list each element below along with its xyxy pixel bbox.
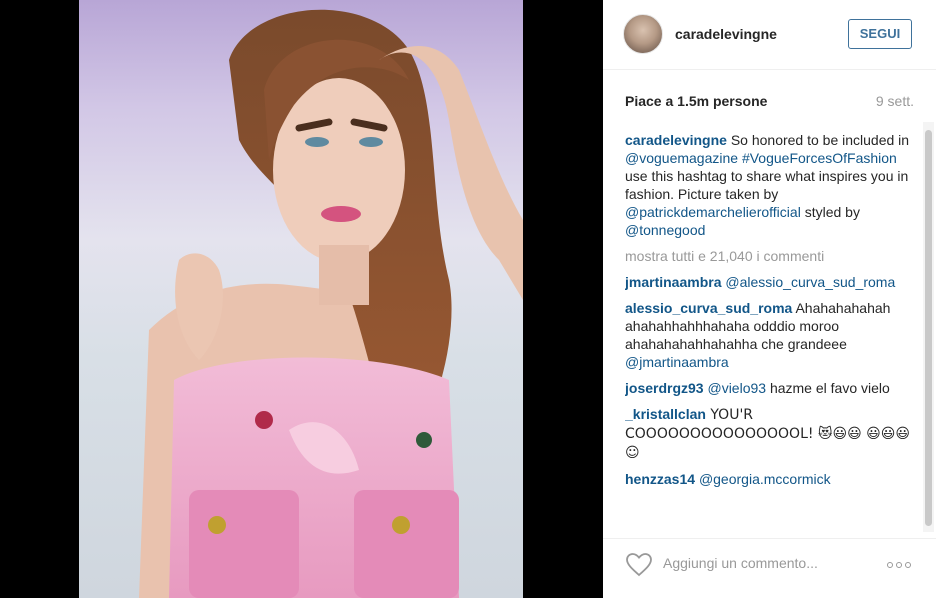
dot-icon bbox=[887, 562, 893, 568]
comment-item: joserdrgz93 @vielo93 hazme el favo vielo bbox=[625, 379, 920, 397]
caption-text: use this hashtag to share what inspires … bbox=[625, 168, 909, 202]
comment-username[interactable]: jmartinaambra bbox=[625, 274, 721, 290]
comment-username[interactable]: joserdrgz93 bbox=[625, 380, 704, 396]
comment-item: henzzas14 @georgia.mccormick bbox=[625, 470, 920, 488]
hashtag-link[interactable]: #VogueForcesOfFashion bbox=[742, 150, 897, 166]
post-footer bbox=[603, 538, 936, 598]
post-header: caradelevingne SEGUI bbox=[603, 0, 936, 70]
follow-button[interactable]: SEGUI bbox=[848, 19, 912, 49]
mention-link[interactable]: @jmartinaambra bbox=[625, 354, 729, 370]
photo-stage bbox=[0, 0, 603, 598]
comment-username[interactable]: _kristallclan bbox=[625, 406, 706, 422]
caption-username[interactable]: caradelevingne bbox=[625, 132, 727, 148]
mention-link[interactable]: @voguemagazine bbox=[625, 150, 738, 166]
mention-link[interactable]: @georgia.mccormick bbox=[699, 471, 831, 487]
heart-icon[interactable] bbox=[625, 552, 653, 578]
dot-icon bbox=[896, 562, 902, 568]
comment-item: alessio_curva_sud_roma Ahahahahahah ahah… bbox=[625, 299, 920, 371]
post-photo[interactable] bbox=[79, 0, 523, 598]
avatar[interactable] bbox=[623, 14, 663, 54]
caption: caradelevingne So honored to be included… bbox=[625, 131, 920, 239]
comment-input[interactable] bbox=[663, 551, 873, 575]
likes-count[interactable]: Piace a 1.5m persone bbox=[625, 93, 767, 109]
dot-icon bbox=[905, 562, 911, 568]
mention-link[interactable]: @patrickdemarchelierofficial bbox=[625, 204, 801, 220]
mention-link[interactable]: @tonnegood bbox=[625, 222, 705, 238]
comment-username[interactable]: alessio_curva_sud_roma bbox=[625, 300, 792, 316]
portrait-illustration bbox=[139, 9, 523, 598]
view-all-comments[interactable]: mostra tutti e 21,040 i commenti bbox=[625, 247, 920, 265]
caption-text: styled by bbox=[800, 204, 860, 220]
comment-item: jmartinaambra @alessio_curva_sud_roma bbox=[625, 273, 920, 291]
mention-link[interactable]: @vielo93 bbox=[707, 380, 766, 396]
comments-list: caradelevingne So honored to be included… bbox=[625, 131, 920, 528]
more-options-icon[interactable] bbox=[887, 555, 915, 571]
scrollbar-thumb[interactable] bbox=[925, 130, 932, 526]
post-age[interactable]: 9 sett. bbox=[876, 93, 914, 109]
username[interactable]: caradelevingne bbox=[675, 26, 777, 42]
post-side-panel: caradelevingne SEGUI Piace a 1.5m person… bbox=[603, 0, 936, 598]
comment-item: _kristallclan YOU'R COOOOOOOOOOOOOOOL! 😻… bbox=[625, 405, 920, 462]
caption-text: So honored to be included in bbox=[726, 132, 910, 148]
comment-text: hazme el favo vielo bbox=[766, 380, 890, 396]
likes-row: Piace a 1.5m persone 9 sett. bbox=[625, 93, 914, 113]
comment-username[interactable]: henzzas14 bbox=[625, 471, 695, 487]
mention-link[interactable]: @alessio_curva_sud_roma bbox=[725, 274, 895, 290]
